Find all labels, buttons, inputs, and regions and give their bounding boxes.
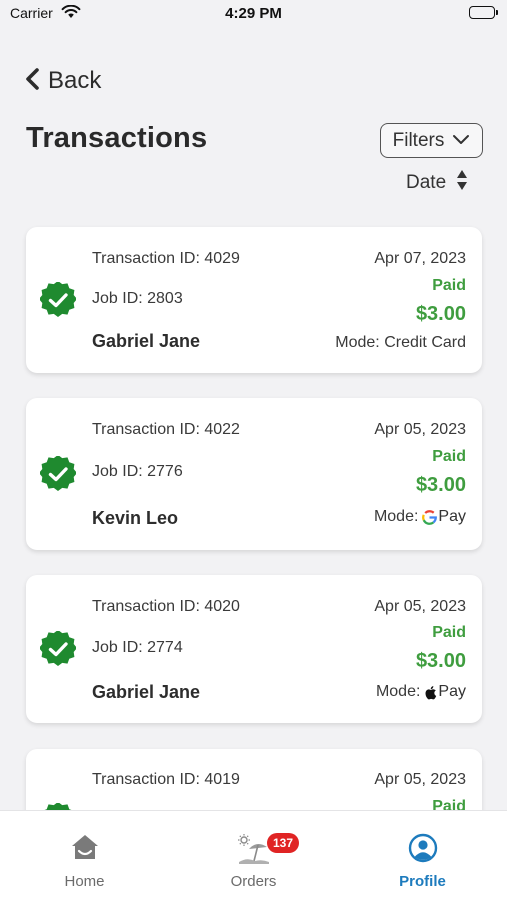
customer-name: Kevin Leo bbox=[92, 508, 179, 528]
back-button[interactable]: Back bbox=[24, 64, 101, 98]
payment-mode-label: Mode: bbox=[375, 683, 421, 700]
profile-icon bbox=[408, 833, 438, 868]
tab-orders-label: Orders bbox=[230, 873, 277, 890]
transaction-card[interactable]: Transaction ID: 4022 Job ID: 2776 Kevin … bbox=[26, 398, 482, 550]
payment-status: Paid bbox=[432, 448, 466, 465]
payment-mode: Mode: Pay bbox=[376, 682, 466, 702]
beach-umbrella-icon bbox=[237, 833, 271, 870]
google-pay-icon: Pay bbox=[422, 507, 466, 527]
battery-icon bbox=[469, 6, 495, 19]
customer-name: Gabriel Jane bbox=[92, 331, 201, 351]
chevron-down-icon bbox=[452, 130, 470, 152]
tab-profile[interactable]: Profile bbox=[338, 811, 507, 900]
transaction-date: Apr 05, 2023 bbox=[374, 598, 466, 615]
status-time: 4:29 PM bbox=[225, 5, 282, 22]
transaction-id: Transaction ID: 4019 bbox=[92, 771, 240, 788]
chevron-left-icon bbox=[24, 67, 40, 96]
bottom-tab-bar: Home 137 Orders Profile bbox=[0, 810, 507, 900]
payment-mode: Mode: Credit Card bbox=[335, 333, 466, 353]
filters-label: Filters bbox=[392, 129, 445, 151]
tab-home-label: Home bbox=[64, 873, 105, 890]
status-bar: Carrier 4:29 PM bbox=[0, 0, 507, 30]
payment-status: Paid bbox=[432, 624, 466, 641]
job-id: Job ID: 2776 bbox=[92, 463, 183, 480]
sort-arrows-icon bbox=[456, 169, 468, 197]
job-id: Job ID: 2803 bbox=[92, 290, 183, 307]
sort-by-date-button[interactable]: Date bbox=[406, 169, 468, 197]
transaction-id: Transaction ID: 4020 bbox=[92, 598, 240, 615]
job-id: Job ID: 2774 bbox=[92, 639, 183, 656]
transaction-id: Transaction ID: 4022 bbox=[92, 421, 240, 438]
transaction-card[interactable]: Transaction ID: 4020 Job ID: 2774 Gabrie… bbox=[26, 575, 482, 723]
tab-orders[interactable]: 137 Orders bbox=[169, 811, 338, 900]
verified-check-icon bbox=[39, 629, 77, 672]
apple-pay-icon: Pay bbox=[424, 682, 466, 702]
sort-label: Date bbox=[406, 172, 447, 193]
verified-check-icon bbox=[39, 454, 77, 497]
verified-check-icon bbox=[39, 280, 77, 323]
transaction-date: Apr 07, 2023 bbox=[374, 250, 466, 267]
tab-profile-label: Profile bbox=[399, 873, 446, 890]
transaction-amount: $3.00 bbox=[415, 474, 466, 496]
payment-status: Paid bbox=[432, 277, 466, 294]
transaction-date: Apr 05, 2023 bbox=[374, 771, 466, 788]
payment-mode: Mode: Pay bbox=[374, 507, 466, 527]
filters-button[interactable]: Filters bbox=[380, 123, 483, 158]
customer-name: Gabriel Jane bbox=[92, 682, 201, 702]
page-title: Transactions bbox=[26, 122, 208, 154]
pay-label: Pay bbox=[438, 683, 466, 700]
transaction-card[interactable]: Transaction ID: 4029 Job ID: 2803 Gabrie… bbox=[26, 227, 482, 373]
back-label: Back bbox=[48, 67, 102, 94]
transaction-id: Transaction ID: 4029 bbox=[92, 250, 240, 267]
transactions-screen: Carrier 4:29 PM Back Transactions Filter… bbox=[0, 0, 507, 900]
transaction-date: Apr 05, 2023 bbox=[374, 421, 466, 438]
home-icon bbox=[71, 833, 99, 866]
transaction-amount: $3.00 bbox=[415, 650, 466, 672]
payment-mode-label: Mode: Credit Card bbox=[335, 334, 466, 351]
pay-label: Pay bbox=[438, 508, 466, 525]
transaction-amount: $3.00 bbox=[415, 303, 466, 325]
orders-count-badge: 137 bbox=[267, 833, 300, 853]
payment-mode-label: Mode: bbox=[373, 508, 419, 525]
tab-home[interactable]: Home bbox=[0, 811, 169, 900]
